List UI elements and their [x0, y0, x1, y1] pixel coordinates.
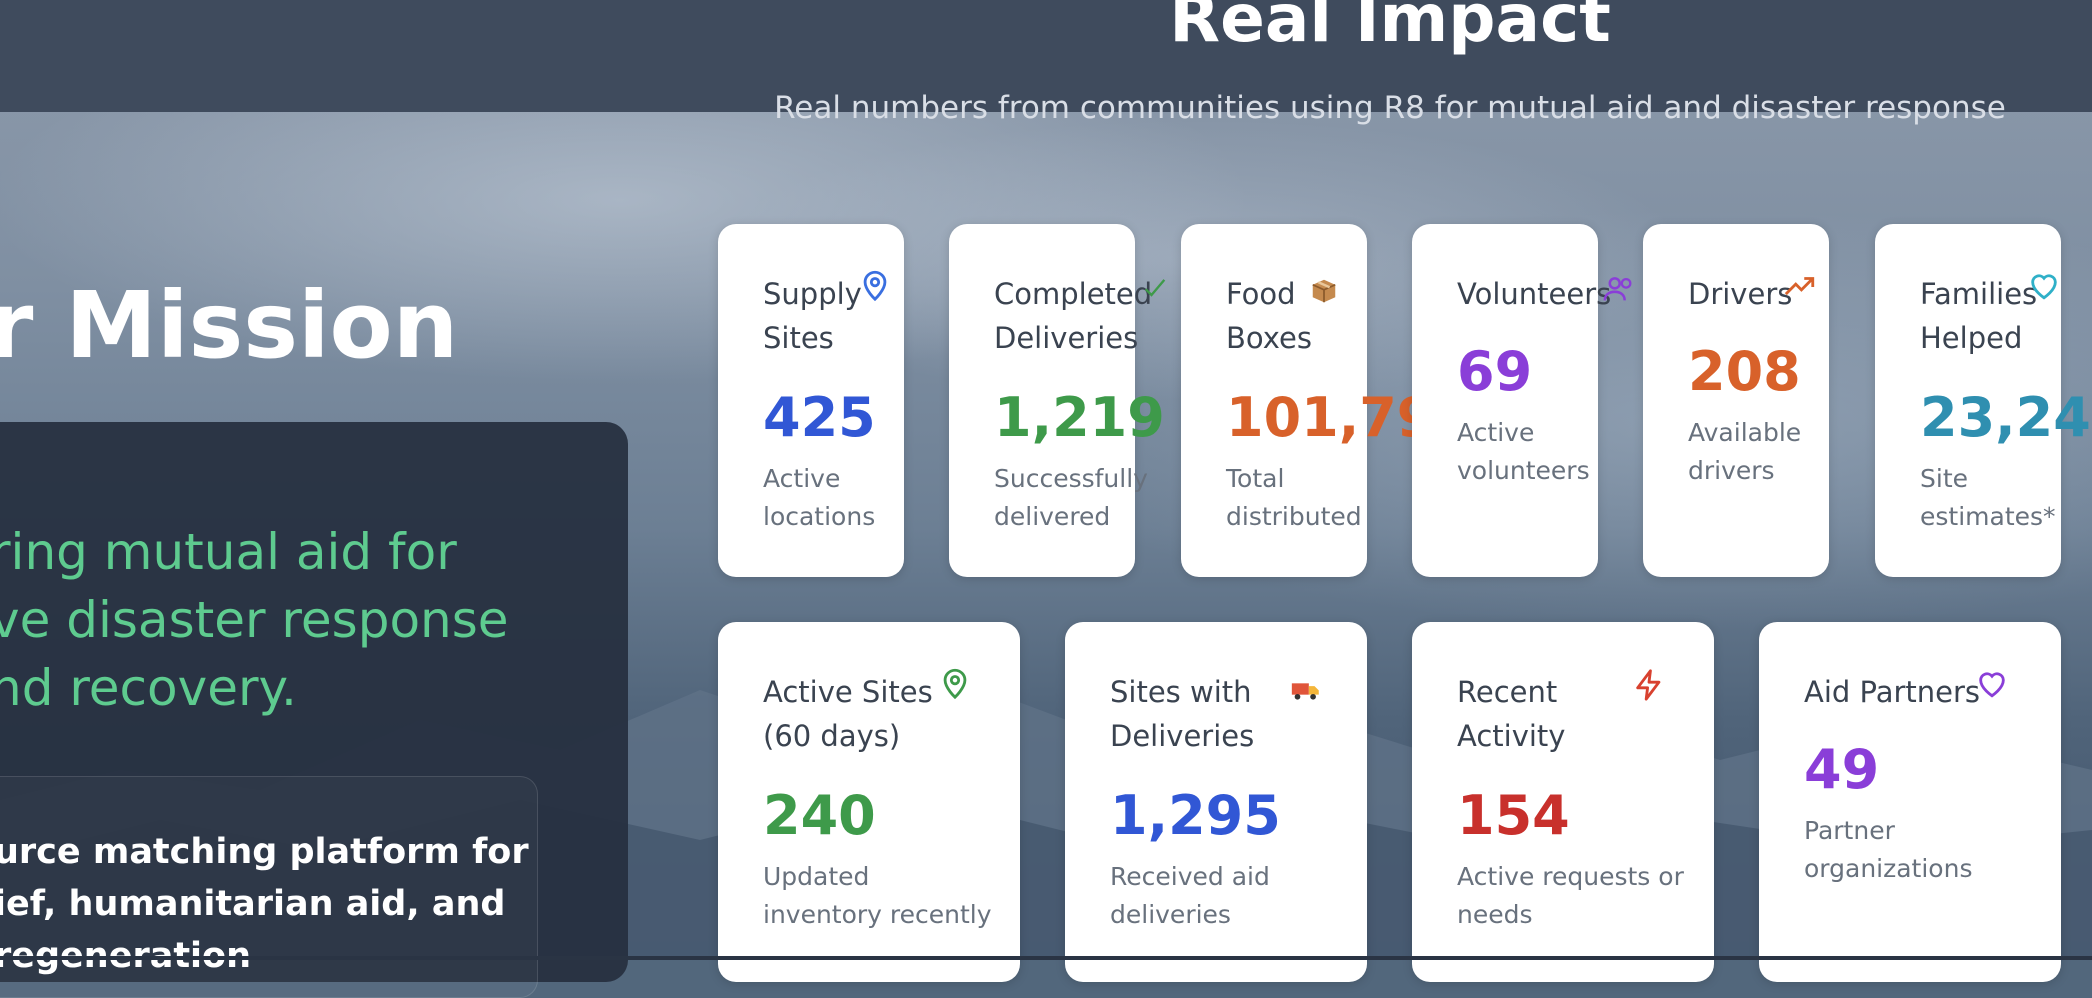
stat-caption: Total distributed: [1226, 464, 1362, 531]
stat-card-completed-deliveries: Completed Deliveries 1,219 Successfully …: [949, 224, 1166, 577]
bottom-edge: [0, 956, 2092, 960]
heart-icon: [2031, 274, 2057, 300]
stat-label: Sites with Deliveries: [1110, 675, 1255, 753]
mission-tagline: ring mutual aid for ve disaster response…: [0, 523, 509, 717]
stat-label: Drivers: [1688, 277, 1793, 311]
stat-caption: Active volunteers: [1457, 418, 1590, 485]
stat-value: 240: [763, 784, 876, 847]
stat-card-supply-sites: Supply Sites 425 Active locations: [718, 224, 904, 577]
stat-value: 69: [1457, 340, 1533, 403]
stat-label: Completed Deliveries: [994, 277, 1153, 355]
stat-card-drivers: Drivers 208 Available drivers: [1643, 224, 1829, 577]
truck-icon: [1291, 683, 1319, 700]
stat-label: Supply Sites: [763, 277, 862, 355]
impact-subtitle: Real numbers from communities using R8 f…: [774, 90, 2006, 126]
users-icon: [1603, 277, 1632, 301]
stat-card-recent-activity: Recent Activity 154 Active requests or n…: [1412, 622, 1714, 982]
stat-value: 208: [1688, 340, 1801, 403]
stat-caption: Updated inventory recently: [763, 862, 992, 929]
stat-value: 49: [1804, 738, 1880, 801]
stat-label: Recent Activity: [1457, 675, 1566, 753]
stat-caption: Successfully delivered: [994, 464, 1148, 531]
map-pin-icon: [943, 668, 967, 700]
stat-card-volunteers: Volunteers 69 Active volunteers: [1412, 224, 1632, 577]
stat-caption: Received aid deliveries: [1110, 862, 1270, 929]
stat-card-active-sites: Active Sites (60 days) 240 Updated inven…: [718, 622, 1020, 982]
stat-label: Volunteers: [1457, 277, 1612, 311]
stat-value: 425: [763, 386, 876, 449]
trending-up-icon: [1784, 277, 1815, 296]
stat-caption: Partner organizations: [1804, 816, 1973, 883]
stat-card-aid-partners: Aid Partners 49 Partner organizations: [1759, 622, 2061, 982]
package-icon: [1312, 279, 1336, 303]
stat-value: 1,295: [1110, 784, 1281, 847]
stat-label: Food Boxes: [1226, 277, 1312, 355]
stat-caption: Active locations: [763, 464, 876, 531]
map-pin-icon: [863, 270, 887, 302]
stat-card-families-helped: Families Helped 23,248 Site estimates*: [1875, 224, 2092, 577]
stat-card-food-boxes: Food Boxes 101,790 Total distributed: [1181, 224, 1472, 577]
stat-label: Active Sites (60 days): [763, 675, 933, 753]
stat-caption: Active requests or needs: [1457, 862, 1684, 929]
stat-value: 154: [1457, 784, 1570, 847]
stat-label: Aid Partners: [1804, 675, 1981, 709]
stat-caption: Site estimates*: [1920, 464, 2056, 531]
stat-caption: Available drivers: [1688, 418, 1802, 485]
stat-value: 1,219: [994, 386, 1165, 449]
stat-label: Families Helped: [1920, 277, 2038, 355]
stat-card-sites-with-deliveries: Sites with Deliveries 1,295 Received aid…: [1065, 622, 1367, 982]
stat-value: 23,248: [1920, 386, 2092, 449]
lightning-icon: [1636, 669, 1661, 701]
impact-title: Real Impact: [1169, 0, 1611, 57]
heart-icon: [1979, 672, 2005, 698]
mission-title: r Mission: [0, 272, 459, 379]
check-icon: [1144, 279, 1166, 297]
